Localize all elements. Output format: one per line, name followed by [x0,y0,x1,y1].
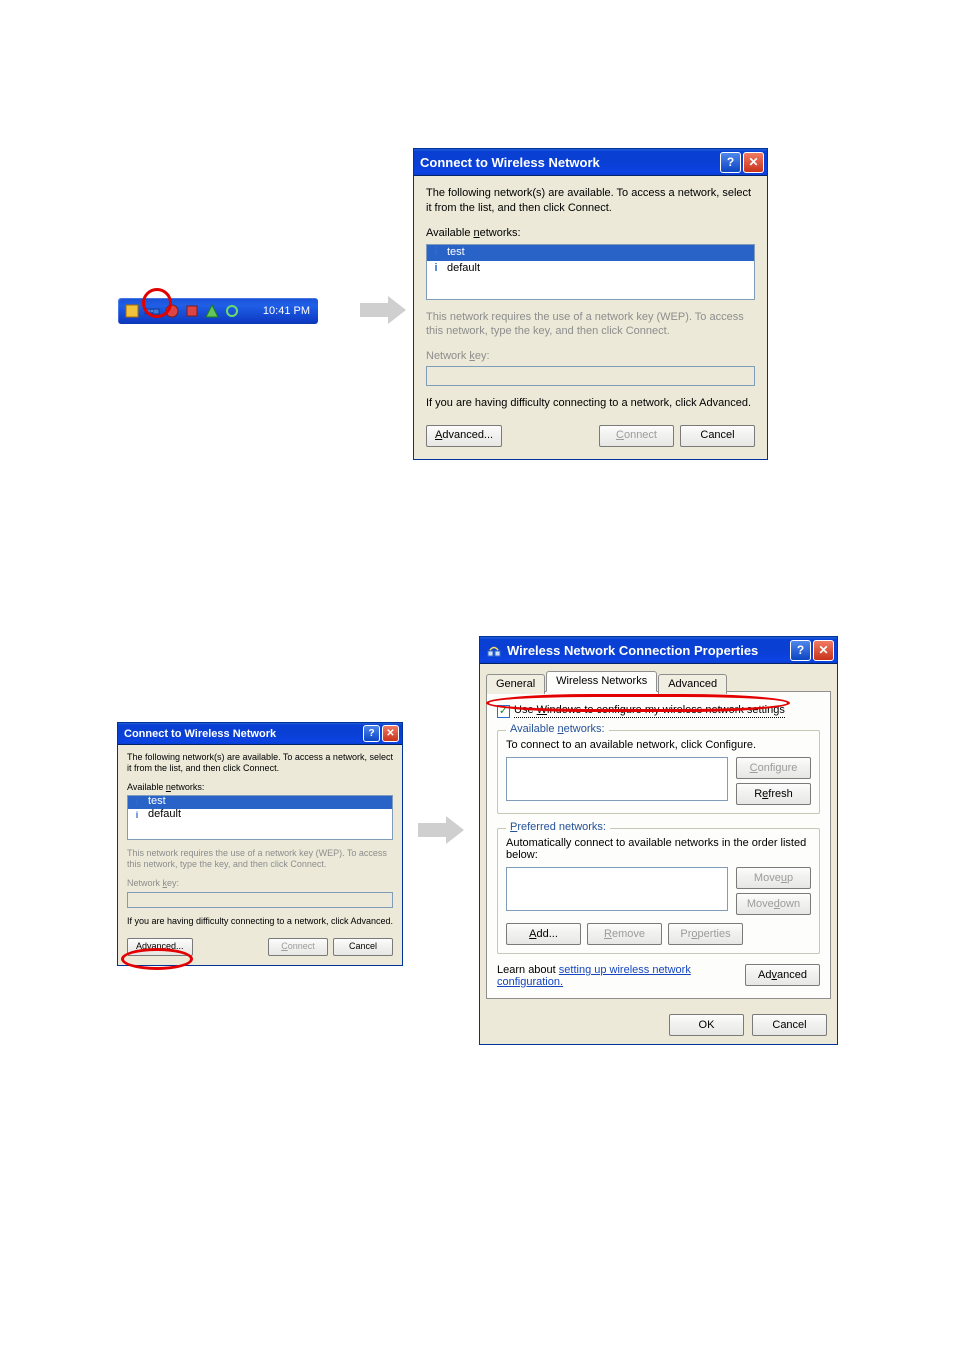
connect-button[interactable]: Connect [268,938,328,956]
network-name: test [148,795,166,809]
available-networks-legend: Available networks: [506,723,609,735]
network-name: default [447,261,480,276]
preferred-networks-listbox[interactable] [506,867,728,911]
available-networks-list[interactable]: i test i default [127,795,393,840]
tray-icon-util[interactable] [204,303,220,319]
signal-icon: i [130,797,144,808]
preferred-networks-group: Preferred networks: Automatically connec… [497,828,820,954]
network-key-label: Network key: [426,349,755,364]
wireless-icon [486,642,502,658]
network-key-input [127,892,393,908]
tray-icon-sync[interactable] [224,303,240,319]
preferred-help-text: Automatically connect to available netwo… [506,837,811,861]
network-key-label: Network key: [127,878,393,889]
preferred-networks-legend: Preferred networks: [506,821,610,833]
network-item[interactable]: i test [427,245,754,261]
available-networks-group: Available networks: To connect to an ava… [497,730,820,814]
signal-icon: i [130,810,144,821]
move-up-button[interactable]: Move up [736,867,811,889]
wep-note: This network requires the use of a netwo… [127,848,393,871]
close-button[interactable]: ✕ [813,640,834,661]
network-item[interactable]: i test [128,796,392,809]
window-title: Connect to Wireless Network [420,155,718,170]
cancel-button[interactable]: Cancel [333,938,393,956]
available-networks-listbox[interactable] [506,757,728,801]
close-button[interactable]: ✕ [743,152,764,173]
network-name: test [447,245,465,260]
signal-icon: i [429,261,443,276]
refresh-button[interactable]: Refresh [736,783,811,805]
advanced-button[interactable]: Advanced... [426,425,502,447]
signal-icon: i [429,245,443,260]
tray-icons [118,303,240,319]
tray-icon-generic[interactable] [124,303,140,319]
tab-wireless-networks[interactable]: Wireless Networks [546,671,657,692]
learn-text: Learn about [497,964,559,976]
add-button[interactable]: Add... [506,923,581,945]
tab-page: Use Windows to configure my wireless net… [486,691,831,999]
connect-wireless-dialog: Connect to Wireless Network ? ✕ The foll… [413,148,768,460]
tab-advanced[interactable]: Advanced [658,674,727,694]
window-title: Wireless Network Connection Properties [507,643,788,658]
help-button[interactable]: ? [363,725,380,742]
cancel-button[interactable]: Cancel [680,425,755,447]
wep-note: This network requires the use of a netwo… [426,310,755,340]
tab-strip: General Wireless Networks Advanced [486,670,831,692]
intro-text: The following network(s) are available. … [426,186,755,216]
arrow-icon [418,816,464,844]
titlebar[interactable]: Connect to Wireless Network ? ✕ [118,723,402,745]
annotation-oval-advanced [121,948,193,970]
difficulty-note: If you are having difficulty connecting … [426,396,755,411]
close-button[interactable]: ✕ [382,725,399,742]
network-key-input [426,366,755,386]
window-title: Connect to Wireless Network [124,728,361,740]
titlebar[interactable]: Connect to Wireless Network ? ✕ [414,149,767,176]
network-name: default [148,808,181,822]
network-item[interactable]: i default [128,809,392,822]
move-down-button[interactable]: Move down [736,893,811,915]
annotation-oval-use-windows [486,694,790,712]
available-networks-label: Available networks: [426,226,755,241]
tray-icon-audio[interactable] [184,303,200,319]
advanced-button[interactable]: Advanced [745,964,820,986]
intro-text: The following network(s) are available. … [127,752,393,775]
connect-wireless-dialog-small: Connect to Wireless Network ? ✕ The foll… [117,722,403,966]
difficulty-note: If you are having difficulty connecting … [127,916,393,927]
dialog-footer: OK Cancel [480,1006,837,1044]
system-clock: 10:41 PM [263,305,318,317]
titlebar[interactable]: Wireless Network Connection Properties ?… [480,637,837,664]
ok-button[interactable]: OK [669,1014,744,1036]
connect-button[interactable]: Connect [599,425,674,447]
arrow-icon [360,296,406,324]
tab-general[interactable]: General [486,674,545,694]
help-button[interactable]: ? [720,152,741,173]
available-networks-list[interactable]: i test i default [426,244,755,300]
available-help-text: To connect to an available network, clic… [506,739,811,751]
properties-button[interactable]: Properties [668,923,743,945]
available-networks-label: Available networks: [127,782,393,793]
network-item[interactable]: i default [427,261,754,277]
configure-button[interactable]: Configure [736,757,811,779]
remove-button[interactable]: Remove [587,923,662,945]
cancel-button[interactable]: Cancel [752,1014,827,1036]
annotation-circle-tray-icon [142,288,172,318]
help-button[interactable]: ? [790,640,811,661]
